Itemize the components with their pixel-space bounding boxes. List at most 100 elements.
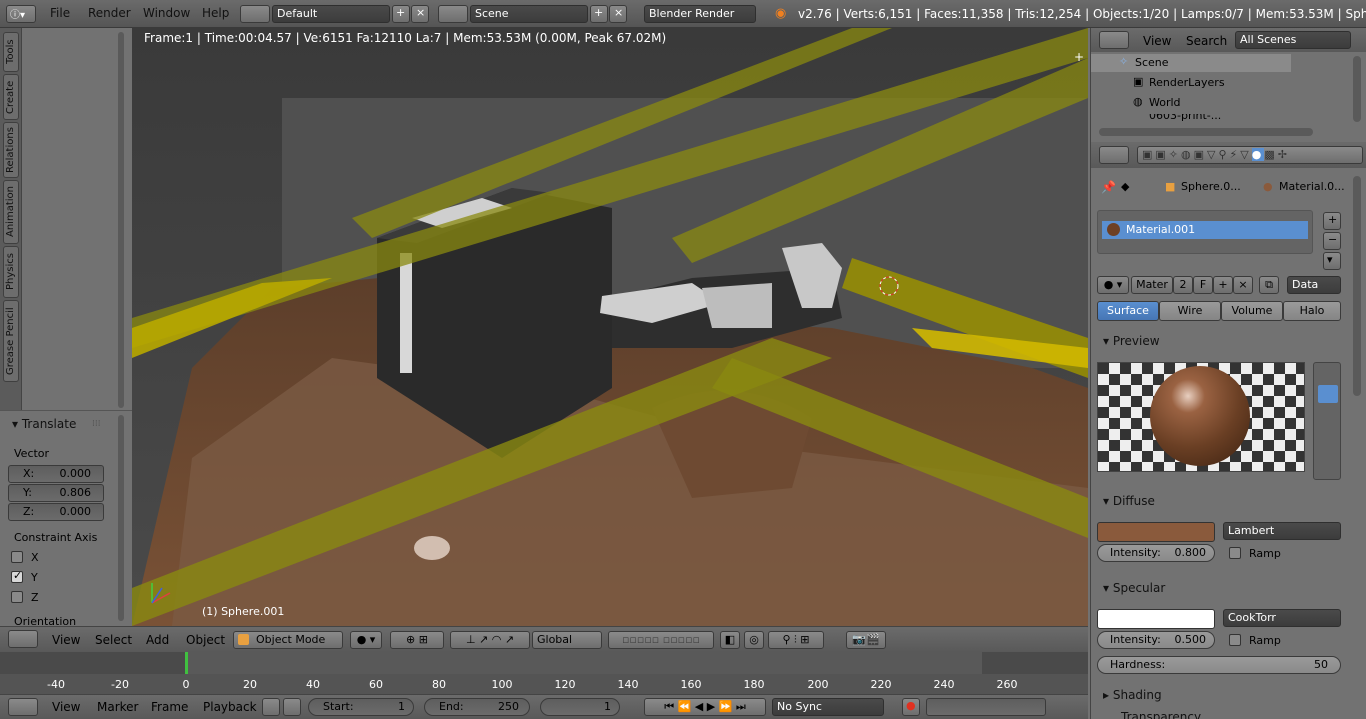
tl-menu-view[interactable]: View bbox=[52, 700, 80, 714]
shading-panel-header[interactable]: ▸ Shading bbox=[1103, 688, 1162, 702]
scene-select[interactable]: Scene bbox=[470, 5, 588, 23]
fake-user-button[interactable]: F bbox=[1193, 276, 1213, 294]
outliner-editor-type-button[interactable] bbox=[1099, 31, 1129, 49]
outliner-row-scene[interactable]: ✧ Scene bbox=[1091, 54, 1291, 72]
sync-select[interactable]: No Sync bbox=[772, 698, 884, 716]
playback-controls[interactable]: ⏮ ⏪ ◀ ▶ ⏩ ⏭ bbox=[644, 698, 766, 716]
keying-set-field[interactable] bbox=[926, 698, 1046, 716]
end-frame-field[interactable]: End: 250 bbox=[424, 698, 530, 716]
material-slot-list[interactable]: Material.001 bbox=[1097, 210, 1313, 254]
diffuse-shader-select[interactable]: Lambert bbox=[1223, 522, 1341, 540]
drag-grip-icon[interactable]: ⁞⁞⁞ bbox=[92, 419, 101, 429]
axis-y-checkbox[interactable]: ✓ bbox=[11, 569, 23, 583]
outliner-h-scrollbar[interactable] bbox=[1099, 128, 1313, 136]
outliner-v-scrollbar[interactable] bbox=[1353, 56, 1361, 122]
render-buttons[interactable]: 📷🎬 bbox=[846, 631, 886, 649]
properties-toggle-icon[interactable]: + bbox=[1074, 50, 1084, 64]
lock-icon[interactable] bbox=[283, 698, 301, 716]
proportional-edit-icon[interactable]: ◎ bbox=[744, 631, 764, 649]
hardness-slider[interactable]: Hardness: 50 bbox=[1097, 656, 1341, 674]
tl-menu-marker[interactable]: Marker bbox=[97, 700, 138, 714]
current-frame-marker[interactable] bbox=[185, 652, 188, 674]
tab-tools[interactable]: Tools bbox=[3, 32, 19, 72]
tab-halo[interactable]: Halo bbox=[1283, 301, 1341, 321]
menu-file[interactable]: File bbox=[50, 6, 70, 20]
props-editor-type-button[interactable] bbox=[1099, 146, 1129, 164]
pin-icon[interactable]: 📌 bbox=[1101, 180, 1116, 194]
current-frame-field[interactable]: 1 bbox=[540, 698, 620, 716]
preview-range-icon[interactable] bbox=[262, 698, 280, 716]
layout-icon[interactable] bbox=[240, 5, 270, 23]
properties-context-tabs[interactable]: ▣▣✧◍▣▽⚲⚡▽●▩✢ bbox=[1137, 146, 1363, 164]
layout-select[interactable]: Default bbox=[272, 5, 390, 23]
render-engine-select[interactable]: Blender Render bbox=[644, 5, 756, 23]
tab-volume[interactable]: Volume bbox=[1221, 301, 1283, 321]
specular-intensity-slider[interactable]: Intensity: 0.500 bbox=[1097, 631, 1215, 649]
remove-slot-icon[interactable]: − bbox=[1323, 232, 1341, 250]
unlink-material-icon[interactable]: × bbox=[1233, 276, 1253, 294]
material-browse-button[interactable]: ● ▾ bbox=[1097, 276, 1129, 294]
material-slot-item[interactable]: Material.001 bbox=[1102, 221, 1308, 239]
new-material-icon[interactable]: + bbox=[1213, 276, 1233, 294]
tl-menu-playback[interactable]: Playback bbox=[203, 700, 257, 714]
transparency-panel-header[interactable]: Transparency bbox=[1095, 710, 1345, 719]
lock-camera-icon[interactable]: ◧ bbox=[720, 631, 740, 649]
menu-object[interactable]: Object bbox=[186, 633, 225, 647]
timeline[interactable]: -40 -20 0 20 40 60 80 100 120 140 160 18… bbox=[0, 652, 1088, 694]
start-frame-field[interactable]: Start: 1 bbox=[308, 698, 414, 716]
axis-x-checkbox[interactable] bbox=[11, 551, 23, 563]
outliner-menu-view[interactable]: View bbox=[1143, 34, 1171, 48]
breadcrumb-material[interactable]: Material.0... bbox=[1279, 180, 1345, 193]
tab-relations[interactable]: Relations bbox=[3, 122, 19, 178]
slot-menu-icon[interactable]: ▾ bbox=[1323, 252, 1341, 270]
node-icon[interactable]: ⧉ bbox=[1259, 276, 1279, 294]
outliner-row-renderlayers[interactable]: ▣ RenderLayers bbox=[1091, 74, 1291, 92]
outliner-row-world[interactable]: ◍ World bbox=[1091, 94, 1291, 112]
menu-render[interactable]: Render bbox=[88, 6, 131, 20]
breadcrumb-object[interactable]: Sphere.0... bbox=[1181, 180, 1241, 193]
diffuse-ramp-checkbox[interactable] bbox=[1229, 547, 1241, 559]
scene-remove-icon[interactable]: × bbox=[609, 5, 627, 23]
diffuse-color-swatch[interactable] bbox=[1097, 522, 1215, 542]
menu-add[interactable]: Add bbox=[146, 633, 169, 647]
vector-x-field[interactable]: X: 0.000 bbox=[8, 465, 104, 483]
snap-buttons[interactable]: ⚲ ⫶ ⊞ bbox=[768, 631, 824, 649]
vector-z-field[interactable]: Z: 0.000 bbox=[8, 503, 104, 521]
timeline-editor-type-button[interactable] bbox=[8, 698, 38, 716]
layout-remove-icon[interactable]: × bbox=[411, 5, 429, 23]
material-tab-icon[interactable]: ● bbox=[1251, 148, 1265, 161]
tab-wire[interactable]: Wire bbox=[1159, 301, 1221, 321]
3d-editor-type-button[interactable] bbox=[8, 630, 38, 648]
menu-select[interactable]: Select bbox=[95, 633, 132, 647]
tab-animation[interactable]: Animation bbox=[3, 180, 19, 244]
link-select[interactable]: Data bbox=[1287, 276, 1341, 294]
scene-icon[interactable] bbox=[438, 5, 468, 23]
tab-surface[interactable]: Surface bbox=[1097, 301, 1159, 321]
menu-view[interactable]: View bbox=[52, 633, 80, 647]
vector-y-field[interactable]: Y: 0.806 bbox=[8, 484, 104, 502]
diffuse-panel-header[interactable]: ▾ Diffuse bbox=[1103, 494, 1155, 508]
transform-orientation-select[interactable]: Global bbox=[532, 631, 602, 649]
diffuse-intensity-slider[interactable]: Intensity: 0.800 bbox=[1097, 544, 1215, 562]
layout-add-icon[interactable]: + bbox=[392, 5, 410, 23]
scene-add-icon[interactable]: + bbox=[590, 5, 608, 23]
menu-window[interactable]: Window bbox=[143, 6, 190, 20]
operator-title[interactable]: ▾ Translate bbox=[12, 417, 76, 431]
outliner-filter-select[interactable]: All Scenes bbox=[1235, 31, 1351, 49]
preview-panel-header[interactable]: ▾ Preview bbox=[1103, 334, 1160, 348]
add-slot-icon[interactable]: + bbox=[1323, 212, 1341, 230]
users-count[interactable]: 2 bbox=[1173, 276, 1193, 294]
tl-menu-frame[interactable]: Frame bbox=[151, 700, 188, 714]
material-name-field[interactable]: Mater bbox=[1131, 276, 1173, 294]
specular-ramp-checkbox[interactable] bbox=[1229, 634, 1241, 646]
menu-help[interactable]: Help bbox=[202, 6, 229, 20]
outliner-row-object[interactable]: 0603-print-... bbox=[1091, 114, 1291, 126]
manipulator-buttons[interactable]: ⊥ ↗ ◠ ↗ bbox=[450, 631, 530, 649]
tab-create[interactable]: Create bbox=[3, 74, 19, 120]
tab-physics[interactable]: Physics bbox=[3, 246, 19, 298]
preview-type-buttons[interactable] bbox=[1313, 362, 1341, 480]
3d-viewport[interactable]: Frame:1 | Time:00:04.57 | Ve:6151 Fa:121… bbox=[132, 28, 1088, 626]
outliner-menu-search[interactable]: Search bbox=[1186, 34, 1227, 48]
layer-buttons[interactable]: ▫▫▫▫▫ ▫▫▫▫▫ bbox=[608, 631, 714, 649]
tab-grease-pencil[interactable]: Grease Pencil bbox=[3, 300, 19, 382]
